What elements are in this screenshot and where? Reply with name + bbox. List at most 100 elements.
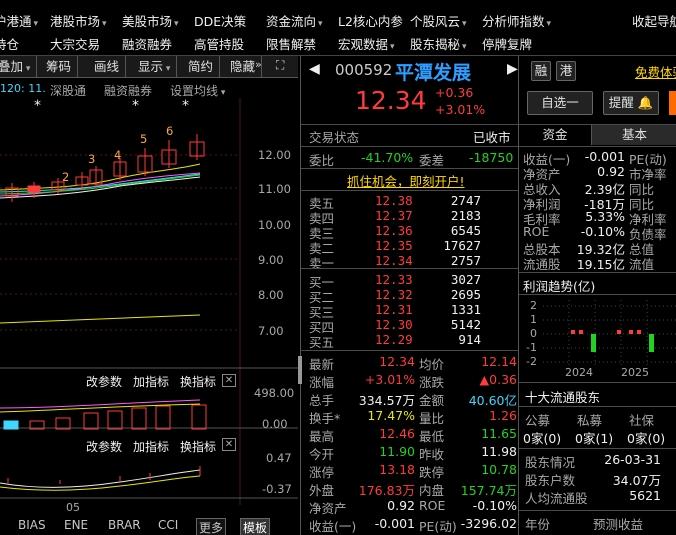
menu-item[interactable]: 宏观数据 ▾ bbox=[338, 34, 395, 53]
double-chevron-icon[interactable]: » bbox=[255, 58, 262, 71]
panel-splitter-handle[interactable] bbox=[298, 356, 302, 384]
holder-info-value: 26-03-31 bbox=[604, 452, 661, 467]
profit-trend-title: 利润趋势(亿) bbox=[523, 279, 596, 294]
menu-item[interactable]: 收起导航 bbox=[632, 11, 676, 30]
chart-toolbar: 叠加 ▾ 筹码 画线 显示 ▾ 简约 隐藏» ⛶ bbox=[0, 56, 298, 78]
next-stock-icon[interactable]: ▶ bbox=[507, 61, 518, 77]
menu-item[interactable]: 分析师指数 ▾ bbox=[482, 11, 551, 30]
panel-tool-button[interactable]: 换指标 bbox=[180, 440, 216, 454]
toolbar-button-label: 叠加 bbox=[0, 59, 24, 74]
panel-tool-button[interactable]: 加指标 bbox=[133, 440, 169, 454]
menu-item[interactable]: DDE决策 bbox=[194, 11, 246, 30]
chevron-down-icon: ▾ bbox=[33, 19, 39, 29]
signal-star-mark: * bbox=[34, 98, 41, 114]
chevron-down-icon: ▾ bbox=[318, 19, 323, 29]
vol-tick-high: 498.00 bbox=[254, 386, 295, 400]
stat-label: 均价 bbox=[419, 357, 445, 372]
close-indicator-icon[interactable]: ✕ bbox=[222, 438, 236, 451]
fundamental-label: 流值 bbox=[629, 257, 655, 272]
ind-tick-low: -0.37 bbox=[262, 482, 292, 496]
indicator-tab[interactable]: 模板 bbox=[240, 518, 271, 535]
sell-level-volume: 17627 bbox=[443, 238, 481, 253]
panel-tool-button[interactable]: 改参数 bbox=[86, 375, 122, 389]
menu-item-label: 分析师指数 bbox=[482, 14, 545, 29]
add-watchlist-button[interactable]: 自选一 bbox=[527, 91, 593, 115]
profit-bar-chart bbox=[543, 300, 676, 366]
chevron-down-icon: ▾ bbox=[102, 19, 107, 29]
tab-fundamentals[interactable]: 基本 bbox=[591, 125, 676, 145]
menu-item[interactable]: 沪港通 ▾ bbox=[0, 11, 38, 30]
margin-tag[interactable]: 融 bbox=[531, 61, 551, 81]
close-panel-icon[interactable]: ✕ bbox=[222, 374, 236, 387]
consecutive-candle-count: 5 bbox=[140, 132, 148, 146]
menu-item-label: 持仓 bbox=[0, 37, 20, 52]
indicator-tab[interactable]: BIAS bbox=[18, 518, 46, 532]
consecutive-candle-count: 4 bbox=[114, 148, 122, 162]
sell-level-price: 12.38 bbox=[375, 193, 413, 208]
menu-item[interactable]: 资金流向 ▾ bbox=[266, 11, 323, 30]
menu-item[interactable]: 大宗交易 bbox=[50, 34, 100, 53]
toolbar-button[interactable]: 筹码 bbox=[40, 56, 79, 77]
toolbar-button[interactable]: 叠加 ▾ bbox=[0, 56, 38, 77]
free-trial-link[interactable]: 免费体验 bbox=[635, 62, 676, 81]
indicator-tab[interactable]: 更多 bbox=[196, 518, 227, 535]
remind-button[interactable]: 提醒 🔔 bbox=[603, 91, 659, 115]
holder-count[interactable]: 0家(0) bbox=[627, 428, 665, 447]
toolbar-button[interactable]: 画线 bbox=[88, 56, 127, 77]
menu-item[interactable]: 限售解禁 bbox=[266, 34, 316, 53]
menu-item[interactable]: 停牌复牌 bbox=[482, 34, 532, 53]
menu-item[interactable]: 股东揭秘 ▾ bbox=[410, 34, 467, 53]
kline-chart-area[interactable]: 120: 11. 深股通 融资融券 设置均线 ▾ 12.00 11.00 10.… bbox=[0, 78, 298, 535]
trade-status-label: 交易状态 bbox=[309, 130, 360, 145]
indicator-tab[interactable]: CCI bbox=[158, 518, 178, 532]
stat-value: 40.60亿 bbox=[468, 393, 517, 408]
weibi-label: 委比 bbox=[309, 153, 335, 168]
stat-value: 157.74万 bbox=[460, 483, 517, 498]
stat-label: 总手 bbox=[309, 393, 335, 408]
sell-level-price: 12.36 bbox=[375, 223, 413, 238]
stock-code: 000592 bbox=[335, 61, 393, 79]
panel-tool-button[interactable]: 改参数 bbox=[86, 440, 122, 454]
stat-label: 涨停 bbox=[309, 465, 335, 480]
menu-item-label: 美股市场 bbox=[122, 14, 173, 29]
menu-item-label: 收起导航 bbox=[632, 14, 676, 29]
menu-item[interactable]: 持仓 bbox=[0, 34, 19, 53]
menu-item[interactable]: 融资融券 bbox=[122, 34, 172, 53]
menu-item[interactable]: 港股市场 ▾ bbox=[50, 11, 107, 30]
price-tick-label: 7.00 bbox=[258, 324, 284, 338]
buy-level-volume: 3027 bbox=[450, 272, 481, 287]
sell-level-price: 12.35 bbox=[375, 238, 413, 253]
stat-value: 176.83万 bbox=[358, 483, 415, 498]
buy-level-volume: 1331 bbox=[450, 302, 481, 317]
stat-label: PE(动) bbox=[419, 519, 457, 534]
menu-item[interactable]: 个股风云 ▾ bbox=[410, 11, 467, 30]
profit-tick-label: -1 bbox=[526, 341, 537, 354]
fundamental-value: 19.15亿 bbox=[576, 257, 625, 272]
indicator-tab[interactable]: BRAR bbox=[108, 518, 141, 532]
price-tick-label: 8.00 bbox=[258, 288, 284, 302]
panel-tool-button[interactable]: 换指标 bbox=[180, 375, 216, 389]
buy-level-price: 12.31 bbox=[375, 302, 413, 317]
open-account-link[interactable]: 抓住机会，即刻开户! bbox=[347, 171, 465, 190]
toolbar-button[interactable]: 简约 bbox=[182, 56, 221, 77]
menu-item[interactable]: 美股市场 ▾ bbox=[122, 11, 179, 30]
menu-item-label: 港股市场 bbox=[50, 14, 101, 29]
indicator-tab[interactable]: ENE bbox=[64, 518, 88, 532]
menu-item[interactable]: L2核心内参 bbox=[338, 11, 403, 30]
toolbar-button[interactable]: 显示 ▾ bbox=[132, 56, 178, 77]
sell-level-volume: 2747 bbox=[450, 193, 481, 208]
tab-funds[interactable]: 资金 bbox=[519, 125, 591, 145]
holder-count[interactable]: 0家(0) bbox=[523, 428, 561, 447]
menu-item[interactable]: 高管持股 bbox=[194, 34, 244, 53]
profit-tick-label: 0 bbox=[530, 327, 537, 340]
hk-tag[interactable]: 港 bbox=[556, 61, 576, 81]
holder-count[interactable]: 0家(1) bbox=[575, 428, 613, 447]
panel-tool-button[interactable]: 加指标 bbox=[133, 375, 169, 389]
weicha-value: -18750 bbox=[469, 150, 514, 165]
fundamental-label: ROE bbox=[523, 224, 550, 239]
corner-expand-icon[interactable]: ⛶ bbox=[276, 58, 284, 73]
menu-item-label: 个股风云 bbox=[410, 14, 461, 29]
prev-stock-icon[interactable]: ◀ bbox=[309, 61, 320, 77]
profit-tick-label: 1 bbox=[530, 313, 537, 326]
holder-info-label: 人均流通股 bbox=[525, 491, 588, 506]
